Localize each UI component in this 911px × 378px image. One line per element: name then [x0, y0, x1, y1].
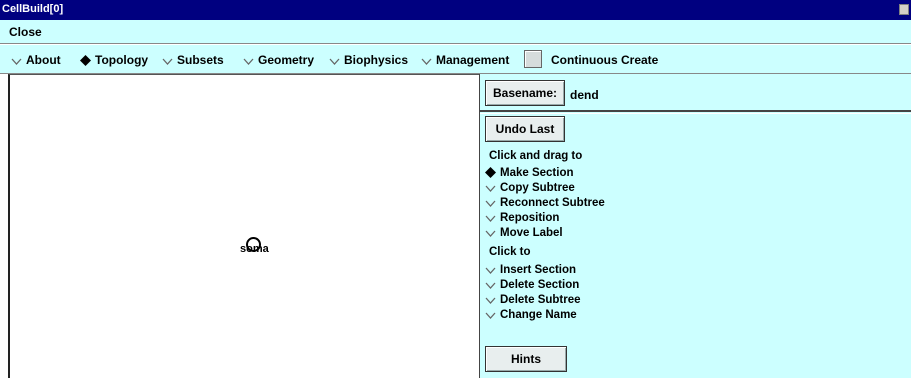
tab-biophysics-label: Biophysics — [344, 53, 409, 67]
tab-geometry-label: Geometry — [258, 53, 315, 67]
mode-toolbar: About Topology Subsets Geometry Biophysi… — [0, 44, 911, 74]
option-reconnect-subtree[interactable]: Reconnect Subtree — [485, 197, 605, 209]
option-label: Reposition — [500, 212, 560, 224]
option-label: Insert Section — [500, 264, 577, 276]
option-change-name[interactable]: Change Name — [485, 309, 577, 321]
option-label: Move Label — [500, 227, 563, 239]
radio-off-icon — [421, 55, 432, 66]
option-move-label[interactable]: Move Label — [485, 227, 563, 239]
window-control-button[interactable] — [899, 4, 909, 15]
tab-topology-label: Topology — [95, 53, 149, 67]
option-label: Delete Subtree — [500, 294, 581, 306]
radio-off-icon — [485, 279, 496, 290]
radio-off-icon — [243, 55, 254, 66]
radio-off-icon — [485, 294, 496, 305]
radio-on-icon — [80, 55, 91, 66]
basename-button[interactable]: Basename: — [485, 80, 565, 106]
radio-on-icon — [485, 167, 496, 178]
menu-bar: Close — [0, 20, 911, 44]
window-title: CellBuild[0] — [2, 3, 64, 15]
radio-off-icon — [485, 197, 496, 208]
soma-label: soma — [240, 243, 269, 255]
option-make-section[interactable]: Make Section — [485, 167, 574, 179]
radio-off-icon — [485, 212, 496, 223]
option-insert-section[interactable]: Insert Section — [485, 264, 576, 276]
option-delete-section[interactable]: Delete Section — [485, 279, 579, 291]
tab-management-label: Management — [436, 53, 510, 67]
click-heading: Click to — [489, 246, 531, 258]
radio-off-icon — [485, 264, 496, 275]
radio-off-icon — [485, 227, 496, 238]
tab-management[interactable]: Management — [421, 53, 509, 67]
topology-panel: Basename: dend Undo Last Click and drag … — [479, 74, 911, 378]
tab-subsets[interactable]: Subsets — [162, 53, 224, 67]
tab-about[interactable]: About — [11, 53, 61, 67]
tab-geometry[interactable]: Geometry — [243, 53, 314, 67]
radio-off-icon — [11, 55, 22, 66]
basename-row: Basename: dend — [480, 74, 911, 112]
tab-about-label: About — [26, 53, 61, 67]
hints-button[interactable]: Hints — [485, 346, 567, 372]
tab-biophysics[interactable]: Biophysics — [329, 53, 408, 67]
option-copy-subtree[interactable]: Copy Subtree — [485, 182, 575, 194]
tab-subsets-label: Subsets — [177, 53, 224, 67]
continuous-create-checkbox[interactable] — [524, 50, 542, 68]
radio-off-icon — [329, 55, 340, 66]
drag-heading: Click and drag to — [489, 150, 583, 162]
continuous-create-label: Continuous Create — [551, 53, 659, 67]
option-label: Reconnect Subtree — [500, 197, 605, 209]
close-menu[interactable]: Close — [9, 25, 42, 39]
option-label: Delete Section — [500, 279, 580, 291]
option-label: Change Name — [500, 309, 577, 321]
option-reposition[interactable]: Reposition — [485, 212, 559, 224]
option-label: Copy Subtree — [500, 182, 575, 194]
tab-topology[interactable]: Topology — [80, 53, 148, 67]
radio-off-icon — [485, 309, 496, 320]
basename-value: dend — [570, 88, 599, 102]
radio-off-icon — [162, 55, 173, 66]
undo-last-button[interactable]: Undo Last — [485, 116, 565, 142]
option-delete-subtree[interactable]: Delete Subtree — [485, 294, 581, 306]
option-label: Make Section — [500, 167, 574, 179]
topology-canvas[interactable]: soma — [8, 74, 479, 378]
divider — [480, 113, 911, 114]
radio-off-icon — [485, 182, 496, 193]
title-bar: CellBuild[0] — [0, 0, 911, 20]
